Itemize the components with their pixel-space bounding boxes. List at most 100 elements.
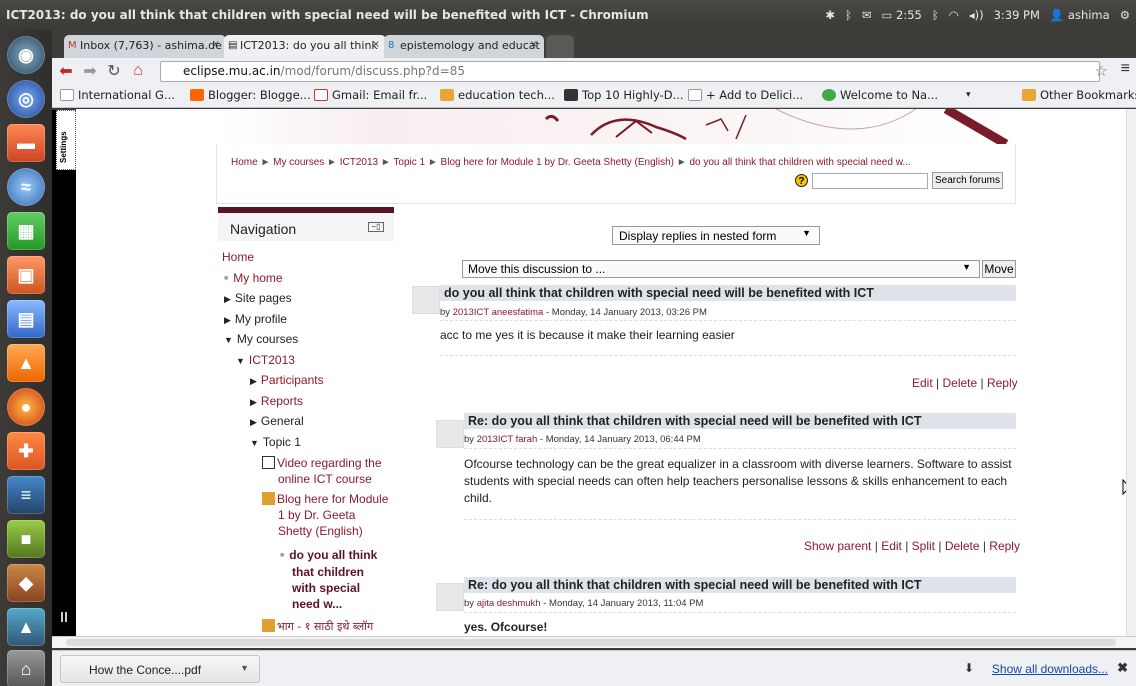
nav-my-home[interactable]: ■ My home [224,271,283,285]
strip-handle[interactable] [61,612,67,622]
bookmark-item[interactable]: Welcome to Na... [822,88,938,102]
spreadsheet-icon[interactable]: ▦ [7,212,45,250]
bookmark-item[interactable]: International G... [60,88,175,102]
tab-inbox[interactable]: M Inbox (7,763) - ashima.de × [64,35,226,58]
post-author[interactable]: 2013ICT farah [477,434,538,445]
breadcrumb-topic[interactable]: Topic 1 [393,157,425,168]
post-author[interactable]: 2013ICT aneesfatima [453,307,544,318]
reply-link[interactable]: Reply [987,376,1018,390]
other-bookmarks[interactable]: Other Bookmarks [1022,88,1136,102]
close-icon[interactable]: ✖ [1117,660,1128,676]
move-discussion-select[interactable]: Move this discussion to ... ▼ [462,260,980,278]
bookmark-item[interactable]: + Add to Delici... [688,88,803,102]
home-icon[interactable]: ⌂ [128,62,148,80]
vlc-icon[interactable]: ▲ [7,344,45,382]
show-all-downloads-link[interactable]: Show all downloads... [992,662,1108,676]
reply-link[interactable]: Reply [989,539,1020,553]
user-menu[interactable]: 👤 ashima [1050,8,1110,22]
new-tab-button[interactable] [546,35,574,58]
nav-ict2013[interactable]: ▼ ICT2013 [236,353,295,367]
edit-link[interactable]: Edit [881,539,902,553]
breadcrumb-my-courses[interactable]: My courses [273,157,324,168]
close-icon[interactable]: × [212,39,220,50]
bookmark-item[interactable]: Top 10 Highly-D... [564,88,684,102]
breadcrumb-forum[interactable]: Blog here for Module 1 by Dr. Geeta Shet… [441,157,674,168]
document-icon[interactable]: ▤ [7,300,45,338]
app-icon-4[interactable]: ▲ [7,608,45,646]
files-icon[interactable]: ▬ [7,124,45,162]
nav-home[interactable]: Home [222,250,254,264]
close-icon[interactable]: × [372,39,380,50]
horizontal-scrollbar[interactable] [52,636,1136,648]
software-center-icon[interactable]: ✚ [7,432,45,470]
breadcrumb-course[interactable]: ICT2013 [340,157,378,168]
breadcrumb-discussion[interactable]: do you all think that children with spec… [689,157,910,168]
firefox-icon[interactable]: ● [7,388,45,426]
chevron-down-icon[interactable]: ▼ [240,663,249,673]
back-icon[interactable]: ⬅ [56,61,76,81]
ubuntu-one-icon[interactable]: ≈ [7,168,45,206]
nav-topic-1[interactable]: ▼ Topic 1 [250,435,301,449]
download-item[interactable]: How the Conce....pdf ▼ [60,655,260,683]
session-gear-icon[interactable]: ⚙ [1120,8,1130,22]
post-byline: by ajita deshmukh - Monday, 14 January 2… [464,598,704,609]
nav-general[interactable]: ▶ General [250,414,304,428]
nav-site-pages[interactable]: ▶ Site pages [224,291,292,305]
battery-indicator[interactable]: ▭ 2:55 [882,8,922,22]
post-body: acc to me yes it is because it make thei… [440,328,735,342]
move-button[interactable]: Move [982,260,1016,278]
chromium-icon[interactable]: ◎ [7,80,45,118]
volume-icon[interactable]: ◂)) [969,8,984,22]
nav-hindi-blog[interactable]: भाग - १ साठी इथे ब्लॉग [262,619,373,634]
delete-link[interactable]: Delete [942,376,977,390]
avatar[interactable] [412,286,440,314]
show-parent-link[interactable]: Show parent [804,539,871,553]
close-icon[interactable]: × [530,39,538,50]
tab-epistemology[interactable]: 8 epistemology and educat × [384,35,544,58]
app-icon-3[interactable]: ◆ [7,564,45,602]
avatar[interactable] [436,583,464,611]
avatar[interactable] [436,420,464,448]
nav-my-courses[interactable]: ▼ My courses [224,332,298,346]
app-icon-1[interactable]: ≡ [7,476,45,514]
bookmarks-overflow-icon[interactable]: ▾ [966,90,971,100]
split-link[interactable]: Split [912,539,935,553]
dropbox-icon[interactable]: ✱ [825,8,835,22]
dock-toggle-icon[interactable]: −▯ [368,222,384,232]
bookmark-item[interactable]: education tech... [440,88,555,102]
reload-icon[interactable]: ↻ [104,61,124,81]
bookmark-item[interactable]: Gmail: Email fr... [314,88,427,102]
menu-icon[interactable]: ≡ [1121,60,1130,78]
forward-icon[interactable]: ➡ [80,61,100,81]
bluetooth-icon[interactable]: ᛒ [845,8,852,22]
search-forums-button[interactable]: Search forums [931,172,1003,189]
vertical-scrollbar[interactable] [1126,109,1136,636]
nav-reports[interactable]: ▶ Reports [250,394,303,408]
nav-blog[interactable]: Blog here for Module 1 by Dr. Geeta Shet… [262,491,388,539]
presentation-icon[interactable]: ▣ [7,256,45,294]
nav-current-discussion[interactable]: ■ do you all think that children with spe… [280,547,377,612]
nav-my-profile[interactable]: ▶ My profile [224,312,287,326]
trash-icon[interactable]: ⌂ [7,650,45,686]
address-bar[interactable]: eclipse.mu.ac.in/mod/forum/discuss.php?d… [160,61,1100,82]
nav-video[interactable]: Video regarding the online ICT course [262,455,382,487]
search-input[interactable] [811,172,928,189]
breadcrumb-home[interactable]: Home [231,157,258,168]
settings-tab[interactable]: Settings [56,110,76,170]
nav-participants[interactable]: ▶ Participants [250,373,324,387]
bookmark-item[interactable]: Blogger: Blogge... [190,88,311,102]
mail-icon[interactable]: ✉ [862,8,872,22]
bluetooth-icon-2[interactable]: ᛒ [932,8,939,22]
display-mode-select[interactable]: Display replies in nested form ▼ [612,226,820,245]
scrollbar-thumb[interactable] [66,639,1116,646]
wifi-icon[interactable]: ◠ [949,8,959,22]
help-icon[interactable]: ? [794,174,808,187]
edit-link[interactable]: Edit [912,376,933,390]
post-author[interactable]: ajita deshmukh [477,598,541,609]
dash-home-icon[interactable]: ◉ [7,36,45,74]
app-icon-2[interactable]: ■ [7,520,45,558]
tab-ict2013[interactable]: ▤ ICT2013: do you all think × [224,35,386,58]
delete-link[interactable]: Delete [945,539,980,553]
clock[interactable]: 3:39 PM [994,8,1040,22]
bookmark-star-icon[interactable]: ☆ [1095,62,1108,80]
